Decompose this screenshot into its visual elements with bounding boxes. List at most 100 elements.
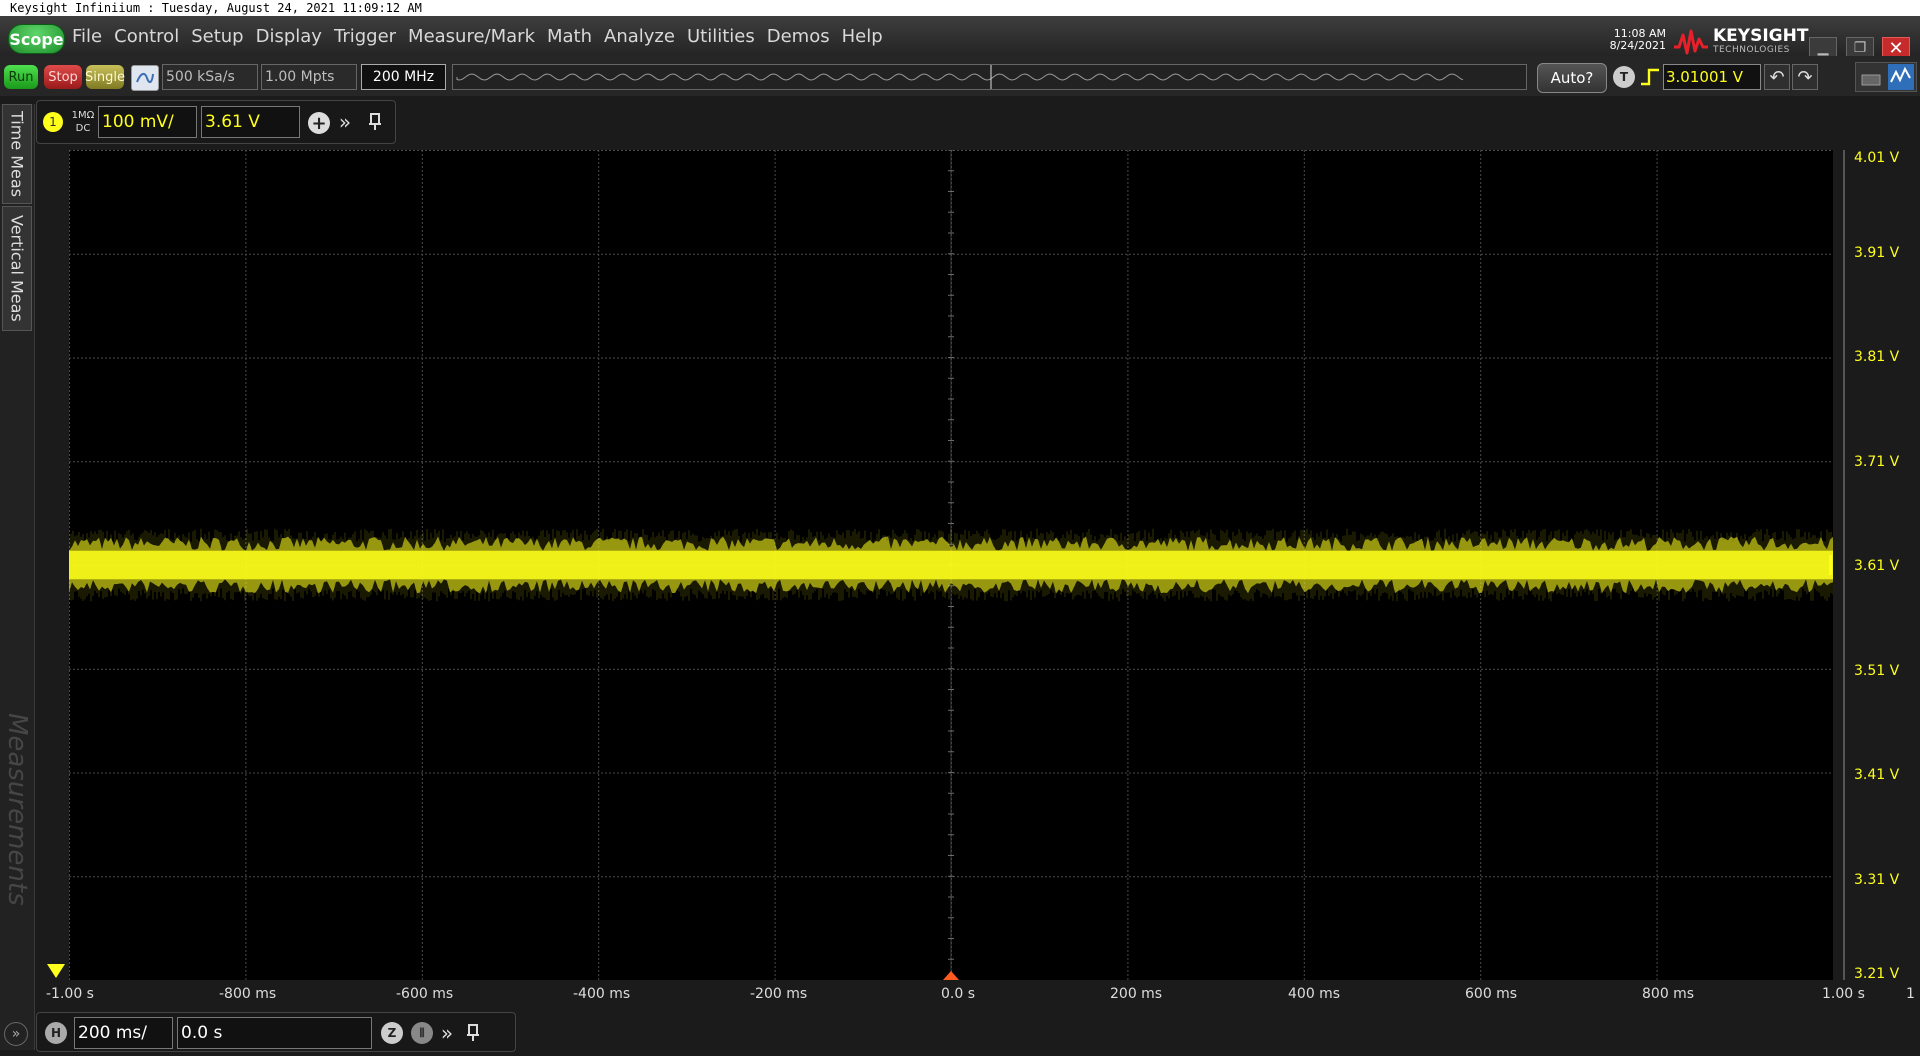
tab-vertical-meas[interactable]: Vertical Meas (2, 206, 32, 331)
pin-icon (369, 113, 381, 130)
plus-icon: + (311, 112, 327, 134)
x-label: 200 ms (1110, 986, 1163, 1002)
clock: 11:08 AM 8/24/2021 (1600, 28, 1666, 52)
keysight-wave-icon (1674, 29, 1708, 54)
timebase-expand-button[interactable]: » (437, 1020, 457, 1046)
ground-reference-arrow (47, 964, 65, 978)
menu-setup[interactable]: Setup (191, 26, 243, 47)
vertical-offset-field[interactable]: 3.61 V (201, 106, 300, 138)
menu-file[interactable]: File (72, 26, 102, 47)
single-button[interactable]: Single (85, 65, 125, 89)
time-position-field[interactable]: 0.0 s (177, 1017, 372, 1049)
x-label: 800 ms (1642, 986, 1695, 1002)
time-scale-field[interactable]: 200 ms/ (74, 1017, 173, 1049)
clock-date: 8/24/2021 (1609, 39, 1666, 52)
channel-1-offset-marker (1829, 555, 1832, 575)
rising-edge-icon (1641, 68, 1659, 86)
tab-vertical-meas-label: Vertical Meas (7, 215, 27, 322)
main-menu: File Control Setup Display Trigger Measu… (72, 26, 895, 47)
channel-1-bar: 1 1MΩ DC 100 mV/ 3.61 V + » (36, 100, 396, 144)
waveform-display[interactable] (69, 150, 1833, 980)
trigger-source-button[interactable]: T (1613, 66, 1635, 88)
trigger-level-field[interactable]: 3.01001 V (1663, 64, 1761, 90)
x-label: -1.00 s (46, 986, 94, 1002)
redo-button[interactable]: ↷ (1792, 64, 1818, 90)
acquisition-mode-button[interactable] (131, 65, 159, 91)
undo-button[interactable]: ↶ (1764, 64, 1790, 90)
side-panel-expand-button[interactable]: » (4, 1022, 28, 1046)
redo-icon: ↷ (1797, 66, 1813, 88)
double-chevron-right-icon: » (338, 110, 352, 134)
menu-analyze[interactable]: Analyze (604, 26, 675, 47)
y-label: 4.01 V (1854, 150, 1900, 166)
add-channel-button[interactable]: + (308, 112, 330, 134)
brand-name: KEYSIGHT (1713, 26, 1809, 46)
timebase-options-button[interactable]: ⦀ (411, 1022, 433, 1044)
x-axis-end-marker: 1 (1906, 986, 1915, 1002)
menu-help[interactable]: Help (842, 26, 883, 47)
run-button[interactable]: Run (4, 65, 38, 89)
y-label: 3.41 V (1854, 767, 1900, 783)
horizontal-badge[interactable]: H (45, 1022, 67, 1044)
memory-depth-field[interactable]: 1.00 Mpts (261, 64, 357, 90)
measurements-watermark: Measurements (2, 704, 32, 914)
measurements-watermark-label: Measurements (2, 712, 32, 906)
x-label: 0.0 s (941, 986, 976, 1002)
y-axis-labels: 4.01 V 3.91 V 3.81 V 3.71 V 3.61 V 3.51 … (1848, 0, 1920, 1000)
channel-coupling-mode: DC (75, 123, 91, 134)
vertical-scale-field[interactable]: 100 mV/ (98, 106, 197, 138)
x-label: -800 ms (219, 986, 277, 1002)
zoom-button[interactable]: Z (381, 1022, 403, 1044)
side-tab-panel: Time Meas Vertical Meas Measurements (0, 104, 35, 1050)
timebase-pin-button[interactable] (463, 1020, 483, 1046)
y-label: 3.81 V (1854, 349, 1900, 365)
menu-demos[interactable]: Demos (767, 26, 830, 47)
x-label: 600 ms (1465, 986, 1518, 1002)
menu-display[interactable]: Display (256, 26, 322, 47)
channel-coupling: 1MΩ DC (70, 109, 96, 135)
acquisition-icon (136, 72, 154, 84)
pin-icon (467, 1024, 479, 1041)
scope-button[interactable]: Scope (8, 24, 65, 54)
double-chevron-right-icon: » (11, 1026, 21, 1042)
x-axis-labels: -1.00 s -800 ms -600 ms -400 ms -200 ms … (0, 986, 1920, 1008)
channel-1-badge[interactable]: 1 (43, 112, 63, 132)
x-label: -400 ms (573, 986, 631, 1002)
offset-axis-line (1843, 150, 1845, 980)
channel-impedance: 1MΩ (71, 110, 95, 121)
grip-icon: ⦀ (419, 1025, 425, 1040)
x-label: 1.00 s (1822, 986, 1865, 1002)
brand-subtitle: TECHNOLOGIES (1713, 45, 1790, 55)
timebase-bar: H 200 ms/ 0.0 s Z ⦀ » (36, 1012, 516, 1052)
x-label: -600 ms (396, 986, 454, 1002)
overview-waveform (456, 65, 1464, 89)
menu-utilities[interactable]: Utilities (687, 26, 755, 47)
overview-trace (456, 73, 1464, 81)
y-label: 3.91 V (1854, 245, 1900, 261)
menu-math[interactable]: Math (547, 26, 592, 47)
stop-button[interactable]: Stop (44, 65, 82, 89)
x-label: 400 ms (1288, 986, 1341, 1002)
keysight-logo: KEYSIGHT TECHNOLOGIES (1673, 28, 1808, 55)
window-title: Keysight Infiniium : Tuesday, August 24,… (10, 1, 422, 15)
minimize-icon: ▁ (1817, 40, 1829, 56)
undo-icon: ↶ (1769, 66, 1785, 88)
sample-rate-field[interactable]: 500 kSa/s (162, 64, 258, 90)
tab-time-meas[interactable]: Time Meas (2, 104, 32, 204)
trigger-position-marker (943, 971, 959, 980)
double-chevron-right-icon: » (440, 1021, 454, 1045)
menu-control[interactable]: Control (114, 26, 179, 47)
window-title-bar: Keysight Infiniium : Tuesday, August 24,… (0, 0, 1920, 16)
menu-bar: Scope File Control Setup Display Trigger… (0, 16, 1920, 59)
auto-trigger-button[interactable]: Auto? (1537, 63, 1607, 93)
channel-expand-button[interactable]: » (335, 109, 355, 135)
zoom-icon: Z (387, 1026, 397, 1040)
menu-trigger[interactable]: Trigger (334, 26, 396, 47)
menu-measure-mark[interactable]: Measure/Mark (408, 26, 535, 47)
y-label: 3.31 V (1854, 872, 1900, 888)
channel-pin-button[interactable] (365, 109, 385, 135)
ground-reference-icon (47, 964, 65, 978)
bandwidth-field[interactable]: 200 MHz (361, 64, 446, 90)
memory-overview-strip[interactable] (452, 64, 1527, 90)
x-label: -200 ms (750, 986, 808, 1002)
